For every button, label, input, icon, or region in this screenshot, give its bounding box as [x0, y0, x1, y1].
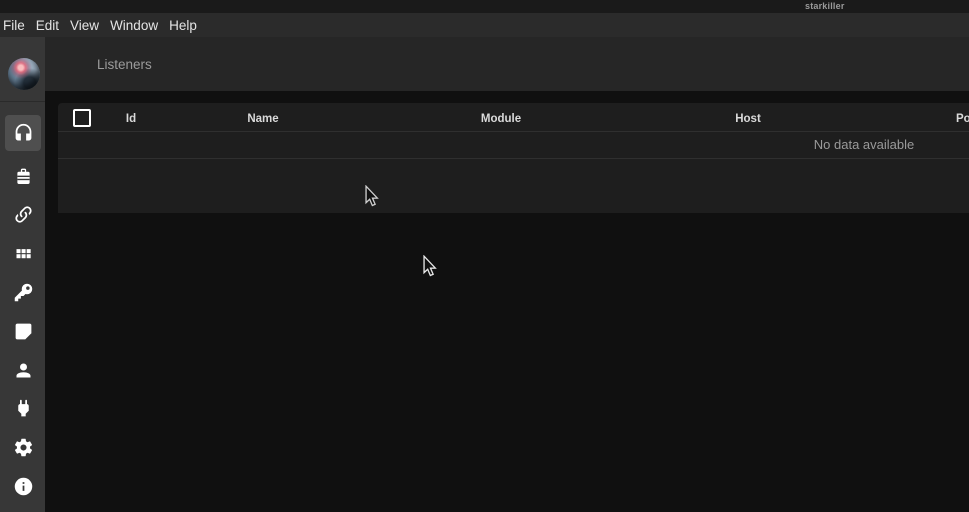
- sidebar-item-stagers[interactable]: [5, 158, 41, 194]
- column-header-id[interactable]: Id: [126, 113, 136, 125]
- menu-view[interactable]: View: [70, 18, 99, 33]
- menu-edit[interactable]: Edit: [36, 18, 59, 33]
- plug-icon: [13, 398, 34, 419]
- key-icon: [13, 282, 34, 303]
- table-row-divider: [58, 158, 969, 159]
- sidebar: [0, 37, 45, 512]
- listeners-table: Id Name Module Host Port No data availab…: [58, 103, 969, 213]
- table-row-divider: [58, 131, 969, 132]
- empty-table-message: No data available: [814, 137, 914, 152]
- sidebar-item-modules[interactable]: [5, 235, 41, 271]
- page-title: Listeners: [97, 57, 152, 72]
- note-icon: [13, 321, 34, 342]
- sidebar-item-listeners[interactable]: [5, 115, 41, 151]
- user-icon: [13, 360, 34, 381]
- menu-file[interactable]: File: [3, 18, 25, 33]
- starkiller-logo-icon: [8, 58, 40, 90]
- info-icon: [13, 476, 34, 497]
- headset-icon: [13, 123, 34, 144]
- sidebar-item-agents[interactable]: [5, 196, 41, 232]
- gear-icon: [13, 437, 34, 458]
- menubar: File Edit View Window Help: [0, 13, 969, 37]
- window-titlebar: starkiller: [0, 0, 969, 13]
- sidebar-item-reporting[interactable]: [5, 313, 41, 349]
- link-icon: [13, 204, 34, 225]
- menu-help[interactable]: Help: [169, 18, 197, 33]
- sidebar-divider: [0, 101, 45, 102]
- sidebar-item-credentials[interactable]: [5, 274, 41, 310]
- select-all-checkbox[interactable]: [73, 109, 91, 127]
- mouse-cursor: [364, 185, 379, 208]
- column-header-module[interactable]: Module: [481, 113, 521, 125]
- column-header-host[interactable]: Host: [735, 113, 761, 125]
- column-header-name[interactable]: Name: [247, 113, 278, 125]
- app-toolbar: Listeners: [45, 37, 969, 91]
- column-header-port[interactable]: Port: [956, 113, 969, 125]
- sidebar-item-plugins[interactable]: [5, 390, 41, 426]
- sidebar-item-settings[interactable]: [5, 429, 41, 465]
- window-title: starkiller: [805, 1, 845, 11]
- sidebar-item-about[interactable]: [5, 468, 41, 504]
- apps-grid-icon: [13, 243, 34, 264]
- menu-window[interactable]: Window: [110, 18, 158, 33]
- mouse-cursor: [422, 255, 437, 278]
- suitcase-icon: [13, 166, 34, 187]
- sidebar-item-users[interactable]: [5, 352, 41, 388]
